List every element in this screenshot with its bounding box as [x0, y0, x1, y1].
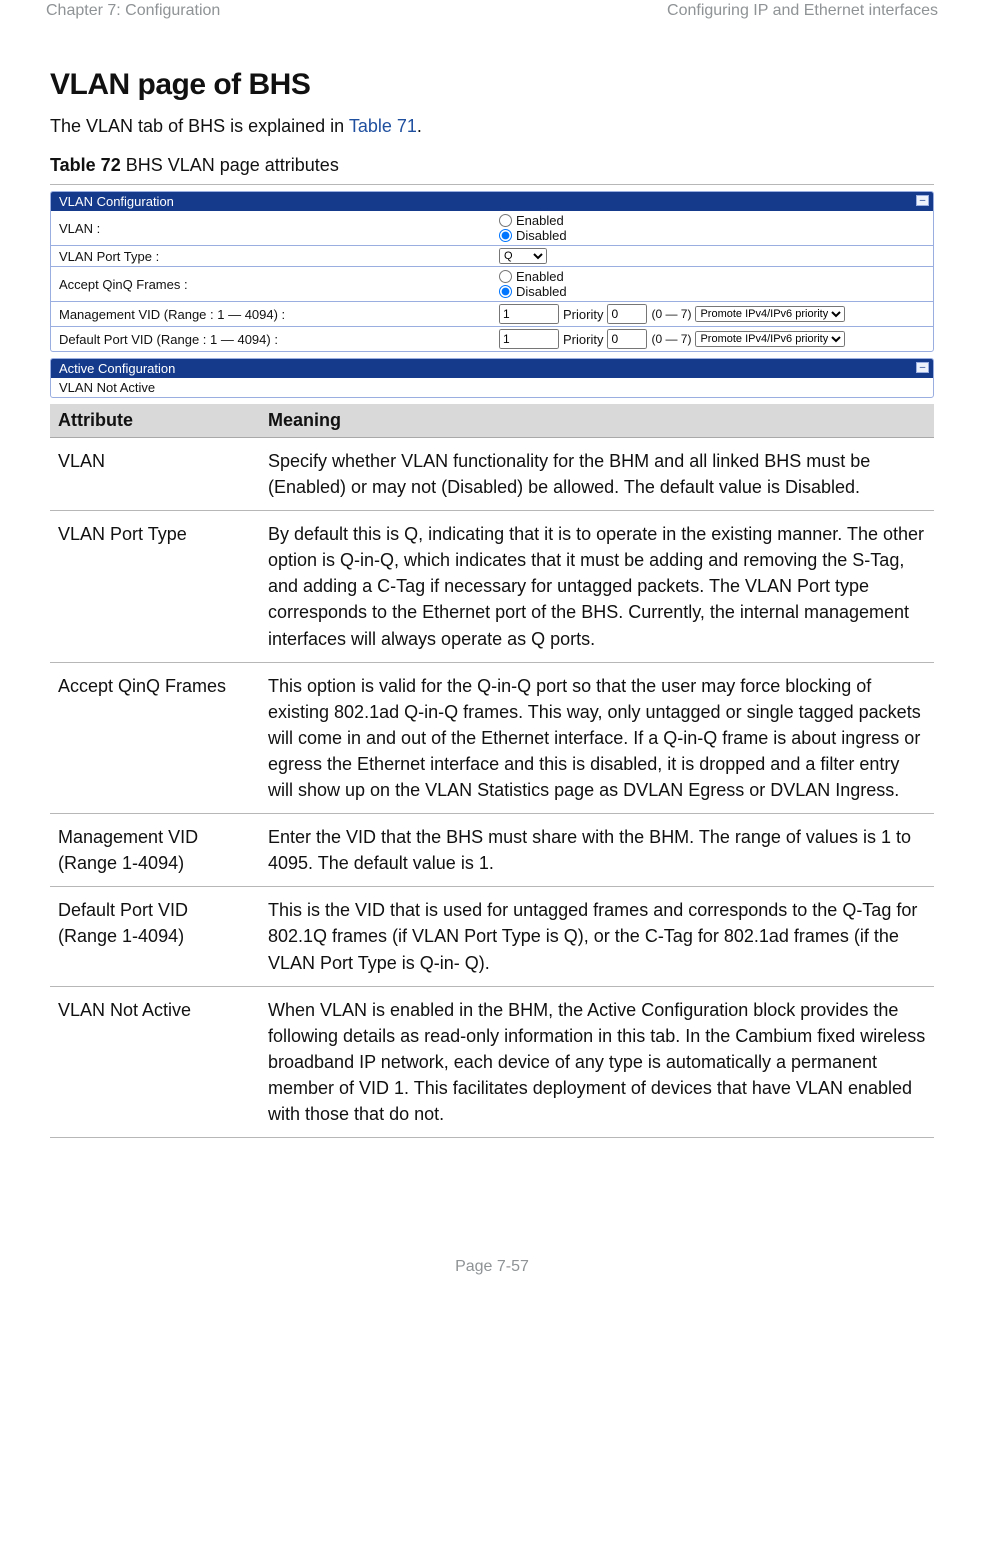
- config-panels-wrap: VLAN Configuration – VLAN : Enabled Disa…: [50, 184, 934, 398]
- attribute-table: Attribute Meaning VLAN Specify whether V…: [50, 404, 934, 1138]
- vlan-enabled-radio[interactable]: [499, 214, 512, 227]
- default-vid-priority-label: Priority: [563, 332, 603, 347]
- active-configuration-panel: Active Configuration – VLAN Not Active: [50, 358, 934, 398]
- vlan-radio-group: Enabled Disabled: [499, 213, 567, 243]
- accept-qinq-disabled-text: Disabled: [516, 284, 567, 299]
- vlan-not-active-text: VLAN Not Active: [59, 380, 155, 395]
- intro-paragraph: The VLAN tab of BHS is explained in Tabl…: [50, 116, 934, 137]
- mgmt-vid-priority-input[interactable]: [607, 304, 647, 324]
- attr-name: VLAN Not Active: [50, 986, 260, 1137]
- intro-text-before: The VLAN tab of BHS is explained in: [50, 116, 349, 136]
- vlan-enabled-option[interactable]: Enabled: [499, 213, 567, 228]
- attr-name: VLAN Port Type: [50, 511, 260, 662]
- table-caption: Table 72 BHS VLAN page attributes: [50, 155, 934, 176]
- col-header-attribute: Attribute: [50, 404, 260, 438]
- attr-meaning: When VLAN is enabled in the BHM, the Act…: [260, 986, 934, 1137]
- attr-meaning: This option is valid for the Q-in-Q port…: [260, 662, 934, 813]
- port-type-label: VLAN Port Type :: [59, 249, 499, 264]
- default-vid-range: (0 — 7): [651, 332, 691, 346]
- attr-name: Accept QinQ Frames: [50, 662, 260, 813]
- vlan-config-titlebar: VLAN Configuration –: [51, 192, 933, 211]
- vlan-configuration-panel: VLAN Configuration – VLAN : Enabled Disa…: [50, 191, 934, 352]
- chapter-label: Chapter 7: Configuration: [46, 2, 220, 20]
- mgmt-vid-priority-label: Priority: [563, 307, 603, 322]
- accept-qinq-label: Accept QinQ Frames :: [59, 277, 499, 292]
- row-accept-qinq: Accept QinQ Frames : Enabled Disabled: [51, 267, 933, 302]
- section-context: Configuring IP and Ethernet interfaces: [667, 2, 938, 20]
- row-vlan: VLAN : Enabled Disabled: [51, 211, 933, 246]
- mgmt-vid-range: (0 — 7): [651, 307, 691, 321]
- running-header: Chapter 7: Configuration Configuring IP …: [28, 2, 956, 20]
- default-vid-input[interactable]: [499, 329, 559, 349]
- table-caption-text: BHS VLAN page attributes: [121, 155, 339, 175]
- accept-qinq-enabled-text: Enabled: [516, 269, 564, 284]
- table-reference-link[interactable]: Table 71: [349, 116, 417, 136]
- col-header-meaning: Meaning: [260, 404, 934, 438]
- accept-qinq-enabled-option[interactable]: Enabled: [499, 269, 567, 284]
- attr-meaning: Enter the VID that the BHS must share wi…: [260, 814, 934, 887]
- default-vid-promote-select[interactable]: Promote IPv4/IPv6 priority: [695, 331, 845, 347]
- accept-qinq-enabled-radio[interactable]: [499, 270, 512, 283]
- attr-name: VLAN: [50, 438, 260, 511]
- vlan-config-title: VLAN Configuration: [59, 194, 174, 209]
- table-caption-label: Table 72: [50, 155, 121, 175]
- collapse-icon[interactable]: –: [916, 362, 929, 373]
- active-config-title: Active Configuration: [59, 361, 175, 376]
- accept-qinq-disabled-radio[interactable]: [499, 285, 512, 298]
- attr-name: Management VID (Range 1-4094): [50, 814, 260, 887]
- table-row: VLAN Port Type By default this is Q, ind…: [50, 511, 934, 662]
- table-row: VLAN Not Active When VLAN is enabled in …: [50, 986, 934, 1137]
- table-row: Default Port VID (Range 1-4094) This is …: [50, 887, 934, 986]
- collapse-icon[interactable]: –: [916, 195, 929, 206]
- attr-name: Default Port VID (Range 1-4094): [50, 887, 260, 986]
- table-row: Accept QinQ Frames This option is valid …: [50, 662, 934, 813]
- attr-meaning: Specify whether VLAN functionality for t…: [260, 438, 934, 511]
- attr-meaning: This is the VID that is used for untagge…: [260, 887, 934, 986]
- mgmt-vid-label: Management VID (Range : 1 — 4094) :: [59, 307, 499, 322]
- accept-qinq-radio-group: Enabled Disabled: [499, 269, 567, 299]
- vlan-label: VLAN :: [59, 221, 499, 236]
- active-config-titlebar: Active Configuration –: [51, 359, 933, 378]
- vlan-disabled-text: Disabled: [516, 228, 567, 243]
- vlan-disabled-radio[interactable]: [499, 229, 512, 242]
- mgmt-vid-promote-select[interactable]: Promote IPv4/IPv6 priority: [695, 306, 845, 322]
- intro-text-after: .: [417, 116, 422, 136]
- table-row: Management VID (Range 1-4094) Enter the …: [50, 814, 934, 887]
- row-mgmt-vid: Management VID (Range : 1 — 4094) : Prio…: [51, 302, 933, 327]
- page-footer: Page 7-57: [28, 1258, 956, 1296]
- table-row: VLAN Specify whether VLAN functionality …: [50, 438, 934, 511]
- default-vid-priority-input[interactable]: [607, 329, 647, 349]
- row-default-vid: Default Port VID (Range : 1 — 4094) : Pr…: [51, 327, 933, 351]
- vlan-enabled-text: Enabled: [516, 213, 564, 228]
- attr-meaning: By default this is Q, indicating that it…: [260, 511, 934, 662]
- section-title: VLAN page of BHS: [50, 68, 934, 102]
- accept-qinq-disabled-option[interactable]: Disabled: [499, 284, 567, 299]
- vlan-disabled-option[interactable]: Disabled: [499, 228, 567, 243]
- row-vlan-not-active: VLAN Not Active: [51, 378, 933, 397]
- mgmt-vid-input[interactable]: [499, 304, 559, 324]
- default-vid-label: Default Port VID (Range : 1 — 4094) :: [59, 332, 499, 347]
- port-type-select[interactable]: Q: [499, 248, 547, 264]
- row-port-type: VLAN Port Type : Q: [51, 246, 933, 267]
